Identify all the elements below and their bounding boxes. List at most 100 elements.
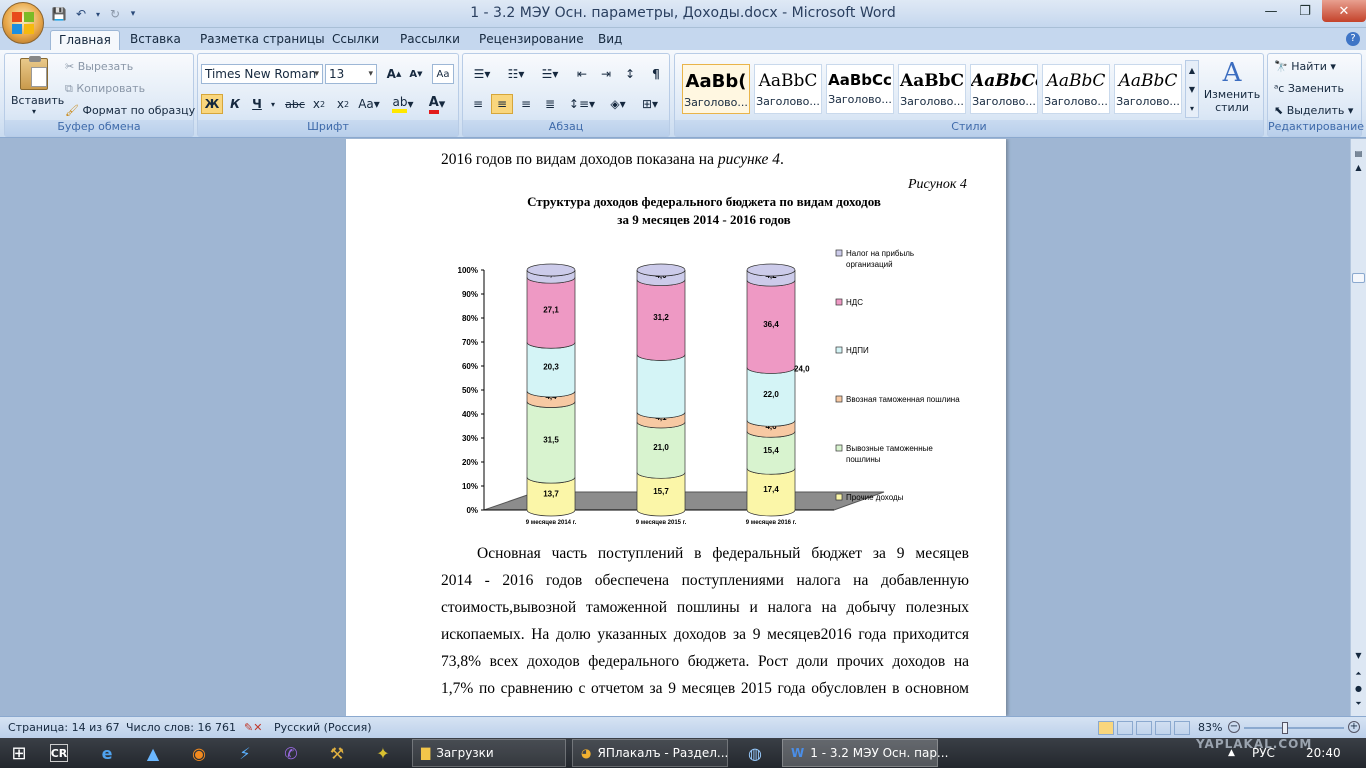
- tab-view[interactable]: Вид: [590, 30, 630, 50]
- cut-button[interactable]: ✂ Вырезать: [65, 60, 133, 73]
- decrease-indent-icon[interactable]: ⇤: [571, 64, 593, 84]
- spellcheck-icon[interactable]: ✎✕: [244, 721, 262, 734]
- taskbar-pin[interactable]: CR: [50, 739, 68, 767]
- zoom-slider[interactable]: [1244, 727, 1344, 729]
- clock[interactable]: 20:40: [1306, 739, 1341, 767]
- ribbon: Вставить ▾ ✂ Вырезать ⧉ Копировать 🖌 Фор…: [0, 50, 1366, 138]
- font-size-combo[interactable]: 13: [325, 64, 377, 84]
- strikethrough-button[interactable]: abc: [284, 94, 306, 114]
- ruler-toggle-icon[interactable]: ▤: [1353, 149, 1364, 159]
- change-styles-button[interactable]: A Изменить стили: [1203, 58, 1261, 114]
- font-color-button[interactable]: A ▾: [422, 94, 452, 114]
- page-count[interactable]: Страница: 14 из 67: [8, 721, 120, 734]
- align-left-icon[interactable]: ≡: [467, 94, 489, 114]
- taskbar-window-word[interactable]: W1 - 3.2 МЭУ Осн. пар...: [782, 739, 948, 767]
- scroll-down-icon[interactable]: ▼: [1353, 651, 1364, 660]
- previous-page-icon[interactable]: ⏶: [1353, 669, 1364, 679]
- tab-mailings[interactable]: Рассылки: [392, 30, 468, 50]
- word-count[interactable]: Число слов: 16 761: [126, 721, 236, 734]
- language-indicator[interactable]: Русский (Россия): [274, 721, 372, 734]
- underline-button[interactable]: Ч: [247, 94, 267, 114]
- restore-button[interactable]: ❐: [1288, 0, 1322, 22]
- increase-indent-icon[interactable]: ⇥: [595, 64, 617, 84]
- outline-icon[interactable]: [1155, 721, 1171, 735]
- taskbar-window-downloads[interactable]: ▇ Загрузки: [412, 739, 566, 767]
- close-button[interactable]: ✕: [1322, 0, 1366, 22]
- select-button[interactable]: ⬉ Выделить ▾: [1274, 104, 1353, 117]
- shrink-font-icon[interactable]: A ▼: [406, 64, 426, 84]
- change-case-button[interactable]: Aa▾: [356, 94, 382, 114]
- chrome-icon: ◕: [581, 746, 592, 760]
- scroll-up-icon[interactable]: ▲: [1353, 163, 1364, 172]
- tab-page-layout[interactable]: Разметка страницы: [192, 30, 333, 50]
- subscript-button[interactable]: x2: [308, 94, 330, 114]
- style-item[interactable]: AaBbC Заголово...: [898, 64, 966, 114]
- zoom-in-icon[interactable]: +: [1348, 721, 1360, 733]
- tab-review[interactable]: Рецензирование: [471, 30, 592, 50]
- sort-icon[interactable]: ↕: [619, 64, 641, 84]
- shading-icon[interactable]: ◈▾: [603, 94, 633, 114]
- paste-button[interactable]: Вставить ▾: [11, 56, 64, 118]
- align-right-icon[interactable]: ≡: [515, 94, 537, 114]
- style-item[interactable]: AaBbCcЗаголово...: [970, 64, 1038, 114]
- taskbar-pin[interactable]: ⚒: [326, 739, 348, 767]
- taskbar-window-browser[interactable]: ◕ ЯПлакалъ - Раздел...: [572, 739, 728, 767]
- taskbar-pin[interactable]: ◍: [744, 739, 766, 767]
- style-item[interactable]: AaBb(Заголово...: [682, 64, 750, 114]
- app-icon: ▲: [146, 743, 160, 763]
- line-spacing-icon[interactable]: ↕≡▾: [567, 94, 597, 114]
- tab-home[interactable]: Главная: [50, 30, 120, 50]
- print-layout-icon[interactable]: [1098, 721, 1114, 735]
- show-marks-icon[interactable]: ¶: [645, 64, 667, 84]
- office-button[interactable]: [2, 2, 44, 44]
- bold-button[interactable]: Ж: [201, 94, 223, 114]
- keyboard-language[interactable]: РУС: [1252, 739, 1275, 767]
- style-item[interactable]: AaBbC Заголово...: [1114, 64, 1182, 114]
- font-name-combo[interactable]: Times New Roman: [201, 64, 323, 84]
- document-page[interactable]: 2016 годов по видам доходов показана на …: [346, 139, 1006, 716]
- data-label: 20,3: [543, 363, 559, 372]
- format-painter-button[interactable]: 🖌 Формат по образцу: [65, 104, 195, 117]
- next-page-icon[interactable]: ⏷: [1353, 699, 1364, 709]
- tab-references[interactable]: Ссылки: [324, 30, 387, 50]
- vertical-scrollbar[interactable]: ▤ ▲ ▼ ⏶ ● ⏷: [1350, 139, 1366, 716]
- underline-dropdown-icon[interactable]: ▾: [269, 94, 277, 114]
- help-icon[interactable]: ?: [1346, 32, 1360, 46]
- taskbar-pin[interactable]: ✆: [280, 739, 302, 767]
- italic-button[interactable]: К: [225, 94, 245, 114]
- taskbar-pin[interactable]: ▲: [142, 739, 164, 767]
- taskbar-pin[interactable]: ⚡: [234, 739, 256, 767]
- align-center-icon[interactable]: ≡: [491, 94, 513, 114]
- style-item[interactable]: AaBbCcЗаголово...: [826, 64, 894, 114]
- clipboard-group-label: Буфер обмена: [5, 120, 193, 136]
- style-item[interactable]: AaBbC Заголово...: [1042, 64, 1110, 114]
- justify-icon[interactable]: ≣: [539, 94, 561, 114]
- copy-button[interactable]: ⧉ Копировать: [65, 82, 145, 96]
- legend-label: пошлины: [846, 455, 881, 464]
- legend-label: НДПИ: [846, 346, 869, 355]
- taskbar-pin[interactable]: ◉: [188, 739, 210, 767]
- start-button[interactable]: ⊞: [8, 739, 30, 767]
- draft-icon[interactable]: [1174, 721, 1190, 735]
- select-browse-object-icon[interactable]: ●: [1353, 684, 1364, 693]
- superscript-button[interactable]: x2: [332, 94, 354, 114]
- scroll-thumb[interactable]: [1352, 273, 1365, 283]
- minimize-button[interactable]: —: [1254, 0, 1288, 22]
- bullets-icon[interactable]: ☰▾: [467, 64, 497, 84]
- multilevel-list-icon[interactable]: ☱▾: [535, 64, 565, 84]
- grow-font-icon[interactable]: A ▲: [384, 64, 404, 84]
- borders-icon[interactable]: ⊞▾: [635, 94, 665, 114]
- style-item[interactable]: AaBbC Заголово...: [754, 64, 822, 114]
- taskbar-pin[interactable]: e: [96, 739, 118, 767]
- tray-expand-icon[interactable]: ▲: [1228, 739, 1235, 767]
- web-layout-icon[interactable]: [1136, 721, 1152, 735]
- highlight-button[interactable]: ab ▾: [388, 94, 418, 114]
- replace-button[interactable]: ᵃc Заменить: [1274, 82, 1344, 95]
- full-screen-reading-icon[interactable]: [1117, 721, 1133, 735]
- tab-insert[interactable]: Вставка: [122, 30, 189, 50]
- numbering-icon[interactable]: ☷▾: [501, 64, 531, 84]
- styles-scroll[interactable]: ▲ ▼ ▾: [1185, 60, 1199, 118]
- taskbar-pin[interactable]: ✦: [372, 739, 394, 767]
- clear-formatting-icon[interactable]: Aa: [432, 64, 454, 84]
- find-button[interactable]: 🔭 Найти ▾: [1274, 60, 1336, 73]
